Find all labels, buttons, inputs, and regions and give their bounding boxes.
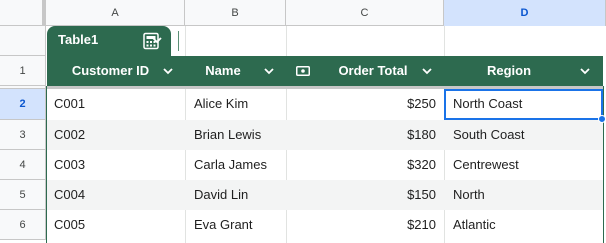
chevron-down-icon[interactable]: [579, 67, 591, 77]
column-header-d[interactable]: D: [444, 0, 606, 26]
cell-region[interactable]: North: [453, 180, 485, 210]
cell-region[interactable]: Centrewest: [453, 150, 519, 180]
cell-customer-id[interactable]: C003: [54, 150, 85, 180]
column-title-customer-id[interactable]: Customer ID: [47, 56, 174, 86]
cell-region[interactable]: South Coast: [453, 120, 525, 150]
cell-region[interactable]: Atlantic: [453, 210, 496, 240]
table-border-left: [46, 86, 47, 243]
cell-name[interactable]: Carla James: [194, 150, 267, 180]
column-header-c[interactable]: C: [286, 0, 444, 26]
table-row: C003 Carla James $320 Centrewest: [47, 150, 603, 180]
column-header-b[interactable]: B: [185, 0, 286, 26]
column-title-name[interactable]: Name: [186, 56, 260, 86]
chevron-down-icon[interactable]: [263, 67, 275, 77]
column-header-bar: A B C D: [0, 0, 606, 26]
cell-order-total[interactable]: $180: [286, 120, 436, 150]
table-row: C002 Brian Lewis $180 South Coast: [47, 120, 603, 150]
row-header-6[interactable]: 6: [0, 210, 46, 240]
row-header-2[interactable]: 2: [0, 89, 46, 120]
cell-name[interactable]: Eva Grant: [194, 210, 253, 240]
cell-order-total[interactable]: $250: [286, 89, 436, 119]
cell-order-total[interactable]: $150: [286, 180, 436, 210]
currency-icon: [296, 66, 310, 76]
row-header-4[interactable]: 4: [0, 150, 46, 180]
fill-handle[interactable]: [598, 115, 606, 123]
select-all-corner[interactable]: [0, 0, 46, 26]
cell-customer-id[interactable]: C002: [54, 120, 85, 150]
column-header-a[interactable]: A: [46, 0, 185, 26]
cell-name[interactable]: Brian Lewis: [194, 120, 261, 150]
tab-divider: [178, 31, 179, 51]
table-calc-button[interactable]: [132, 26, 171, 56]
cell-name[interactable]: David Lin: [194, 180, 248, 210]
cell-order-total[interactable]: $210: [286, 210, 436, 240]
chevron-down-icon[interactable]: [162, 67, 174, 77]
chevron-down-icon[interactable]: [421, 67, 433, 77]
cell-customer-id[interactable]: C001: [54, 89, 85, 119]
row-header-3[interactable]: 3: [0, 120, 46, 150]
table-row: C004 David Lin $150 North: [47, 180, 603, 210]
cell-name[interactable]: Alice Kim: [194, 89, 248, 119]
row-header-1[interactable]: 1: [0, 56, 46, 86]
selected-cell-outline: [444, 89, 603, 120]
row-header-5[interactable]: 5: [0, 180, 46, 210]
row-header-tab-spacer: [0, 26, 46, 56]
table-header-row: Customer ID Name Order Total Region: [47, 56, 603, 86]
calculator-icon: [143, 32, 159, 50]
cell-customer-id[interactable]: C004: [54, 180, 85, 210]
table-border-right: [603, 86, 604, 243]
column-title-region[interactable]: Region: [444, 56, 574, 86]
table-name[interactable]: Table1: [58, 32, 98, 47]
cell-order-total[interactable]: $320: [286, 150, 436, 180]
cell-customer-id[interactable]: C005: [54, 210, 85, 240]
column-title-order-total[interactable]: Order Total: [319, 56, 427, 86]
table-row: C005 Eva Grant $210 Atlantic: [47, 210, 603, 240]
